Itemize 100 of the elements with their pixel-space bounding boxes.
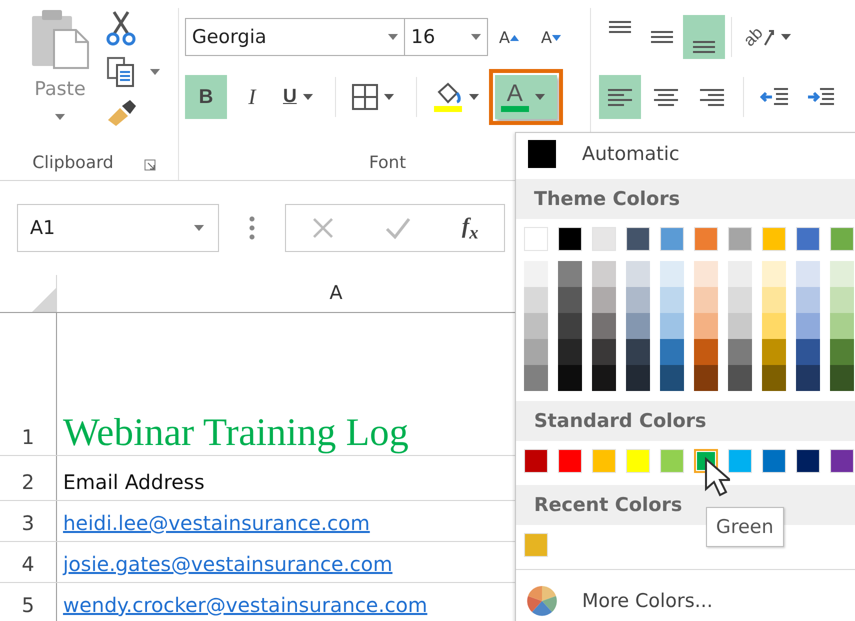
color-swatch[interactable] [762, 313, 786, 339]
color-swatch[interactable] [728, 287, 752, 313]
color-swatch[interactable] [728, 261, 752, 287]
color-swatch[interactable] [660, 227, 684, 251]
copy-icon[interactable] [106, 56, 136, 88]
color-swatch[interactable] [626, 313, 650, 339]
color-swatch[interactable] [830, 449, 854, 473]
color-swatch[interactable] [558, 313, 582, 339]
color-swatch[interactable] [796, 287, 820, 313]
color-swatch[interactable] [558, 227, 582, 251]
row-header[interactable]: 1 [0, 313, 57, 455]
color-swatch[interactable] [592, 227, 616, 251]
email-link[interactable]: josie.gates@vestainsurance.com [63, 552, 392, 576]
color-swatch[interactable] [524, 287, 548, 313]
color-swatch[interactable] [524, 533, 548, 557]
color-swatch[interactable] [660, 449, 684, 473]
color-swatch[interactable] [694, 287, 718, 313]
name-box[interactable]: A1 [17, 204, 219, 252]
font-size-field[interactable]: 16 [405, 18, 488, 56]
color-swatch[interactable] [694, 313, 718, 339]
bottom-align-button[interactable] [683, 15, 725, 59]
color-swatch[interactable] [796, 339, 820, 365]
more-colors-option[interactable]: More Colors... [516, 569, 855, 621]
color-swatch[interactable] [626, 449, 650, 473]
color-swatch[interactable] [558, 449, 582, 473]
bold-button[interactable]: B [185, 75, 227, 119]
color-swatch[interactable] [558, 261, 582, 287]
color-swatch[interactable] [830, 287, 854, 313]
color-swatch[interactable] [796, 313, 820, 339]
color-swatch[interactable] [626, 287, 650, 313]
color-swatch[interactable] [592, 365, 616, 391]
color-swatch[interactable] [830, 339, 854, 365]
color-swatch[interactable] [660, 261, 684, 287]
orientation-button[interactable]: ab [738, 15, 803, 59]
color-swatch[interactable] [728, 365, 752, 391]
row-header[interactable]: 3 [0, 501, 57, 541]
color-swatch[interactable] [694, 339, 718, 365]
caret-icon[interactable] [388, 34, 398, 40]
color-swatch[interactable] [524, 313, 548, 339]
row-header[interactable]: 5 [0, 583, 57, 621]
launcher-icon[interactable] [144, 159, 156, 171]
underline-button[interactable]: U [277, 75, 325, 119]
formula-field[interactable]: f$_{x}$ [285, 204, 505, 252]
color-swatch[interactable] [762, 287, 786, 313]
color-swatch[interactable] [694, 365, 718, 391]
color-swatch[interactable] [626, 261, 650, 287]
align-left-button[interactable] [599, 75, 641, 119]
color-swatch[interactable] [796, 261, 820, 287]
color-swatch[interactable] [796, 449, 820, 473]
color-swatch[interactable] [762, 339, 786, 365]
color-swatch[interactable] [694, 261, 718, 287]
color-swatch[interactable] [592, 287, 616, 313]
color-swatch[interactable] [524, 261, 548, 287]
caret-icon[interactable] [471, 34, 481, 40]
font-name-field[interactable]: Georgia [185, 18, 405, 56]
color-swatch[interactable] [762, 227, 786, 251]
color-swatch[interactable] [830, 261, 854, 287]
font-color-button[interactable]: A [494, 75, 557, 119]
color-swatch[interactable] [728, 227, 752, 251]
color-swatch[interactable] [558, 339, 582, 365]
color-swatch[interactable] [728, 449, 752, 473]
color-swatch[interactable] [592, 261, 616, 287]
scissors-icon[interactable] [106, 10, 136, 46]
color-swatch[interactable] [796, 365, 820, 391]
italic-button[interactable]: I [231, 75, 273, 119]
color-swatch[interactable] [592, 313, 616, 339]
automatic-option[interactable]: Automatic [516, 133, 855, 175]
row-header[interactable]: 4 [0, 542, 57, 582]
color-swatch[interactable] [728, 313, 752, 339]
caret-icon[interactable] [150, 69, 160, 75]
color-swatch[interactable] [626, 227, 650, 251]
color-swatch[interactable] [524, 365, 548, 391]
color-swatch[interactable] [796, 227, 820, 251]
decrease-font-size-button[interactable]: A [530, 15, 572, 59]
caret-icon[interactable] [55, 114, 65, 120]
color-swatch[interactable] [830, 227, 854, 251]
color-swatch[interactable] [524, 227, 548, 251]
paste-button[interactable]: Paste [30, 8, 90, 100]
color-swatch[interactable] [592, 339, 616, 365]
email-link[interactable]: heidi.lee@vestainsurance.com [63, 511, 370, 535]
color-swatch[interactable] [558, 365, 582, 391]
email-link[interactable]: wendy.crocker@vestainsurance.com [63, 593, 428, 617]
color-swatch[interactable] [830, 365, 854, 391]
color-swatch[interactable] [660, 365, 684, 391]
color-swatch[interactable] [728, 339, 752, 365]
color-swatch[interactable] [694, 227, 718, 251]
color-swatch[interactable] [524, 449, 548, 473]
select-all-icon[interactable] [32, 288, 56, 312]
color-swatch[interactable] [830, 313, 854, 339]
color-swatch[interactable] [558, 287, 582, 313]
row-header[interactable]: 2 [0, 456, 57, 500]
color-swatch[interactable] [626, 365, 650, 391]
color-swatch[interactable] [762, 261, 786, 287]
caret-icon[interactable] [194, 225, 204, 231]
increase-font-size-button[interactable]: A [488, 15, 530, 59]
color-swatch[interactable] [660, 313, 684, 339]
color-swatch[interactable] [626, 339, 650, 365]
color-swatch[interactable] [660, 287, 684, 313]
color-swatch[interactable] [762, 449, 786, 473]
color-swatch[interactable] [762, 365, 786, 391]
